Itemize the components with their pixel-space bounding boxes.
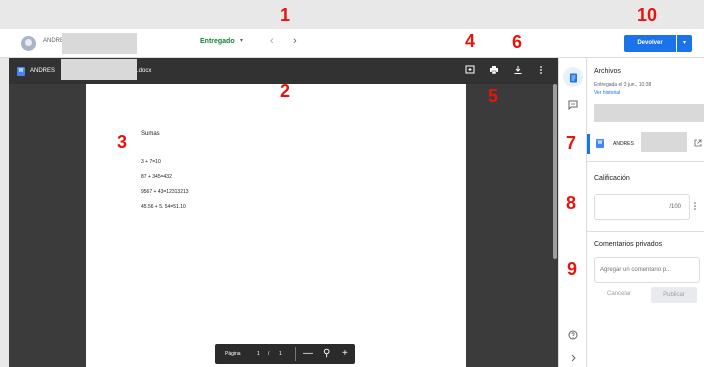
next-student-button[interactable]: › bbox=[293, 35, 297, 47]
grade-denominator: /100 bbox=[669, 204, 681, 210]
document-viewer: W ANDRES .docx Sumas 3 + 7=10 87 + 345=4… bbox=[9, 58, 558, 367]
document-line: 45.56 + 5. 54=51.10 bbox=[141, 204, 186, 210]
more-vert-icon[interactable] bbox=[693, 201, 697, 213]
add-comment-icon[interactable] bbox=[465, 65, 475, 75]
document-page: Sumas 3 + 7=10 87 + 345=432 9567 + 43=12… bbox=[86, 84, 466, 367]
grading-screen: ANDRES Entregado ▾ ‹ › Devolver ▾ W ANDR… bbox=[0, 0, 704, 367]
return-options-button[interactable]: ▾ bbox=[677, 35, 692, 52]
word-doc-icon: W bbox=[17, 67, 25, 76]
divider bbox=[587, 231, 704, 232]
private-comments-heading: Comentarios privados bbox=[594, 241, 663, 248]
total-pages: 1 bbox=[279, 351, 282, 357]
grade-input[interactable]: /100 bbox=[594, 194, 690, 220]
attachment-name[interactable]: ANDRES bbox=[613, 141, 634, 147]
document-line: 9567 + 43=12313213 bbox=[141, 189, 189, 195]
expand-icon[interactable] bbox=[563, 347, 583, 367]
marker-3: 3 bbox=[117, 132, 128, 152]
header-bar: ANDRES Entregado ▾ ‹ › Devolver ▾ bbox=[0, 29, 704, 58]
marker-2: 2 bbox=[280, 81, 291, 101]
chevron-down-icon[interactable]: ▾ bbox=[240, 37, 243, 44]
cancel-button[interactable]: Cancelar bbox=[607, 291, 631, 297]
zoom-icon[interactable]: ⚲ bbox=[323, 348, 330, 360]
marker-6: 6 bbox=[512, 32, 523, 52]
page-label: Página bbox=[225, 351, 241, 357]
divider bbox=[295, 347, 296, 361]
word-doc-icon: W bbox=[596, 139, 604, 148]
zoom-in-button[interactable]: + bbox=[342, 348, 348, 360]
scroll-thumb[interactable] bbox=[553, 84, 557, 259]
marker-9: 9 bbox=[567, 259, 578, 279]
redaction-box bbox=[61, 59, 137, 80]
marker-8: 8 bbox=[566, 193, 577, 213]
document-line: 87 + 345=432 bbox=[141, 174, 172, 180]
marker-1: 1 bbox=[280, 5, 291, 25]
redaction-box bbox=[594, 104, 704, 122]
files-icon[interactable] bbox=[563, 67, 583, 87]
print-icon[interactable] bbox=[489, 65, 499, 75]
grade-heading: Calificación bbox=[594, 175, 630, 182]
status-badge[interactable]: Entregado bbox=[200, 38, 235, 45]
help-icon[interactable] bbox=[563, 324, 583, 344]
publish-button[interactable]: Publicar bbox=[651, 287, 697, 303]
file-name: ANDRES bbox=[30, 68, 56, 74]
marker-5: 5 bbox=[488, 86, 499, 106]
previous-student-button[interactable]: ‹ bbox=[270, 35, 274, 47]
avatar[interactable] bbox=[21, 36, 36, 51]
private-comment-input[interactable] bbox=[594, 257, 700, 283]
marker-7: 7 bbox=[566, 133, 577, 153]
return-button[interactable]: Devolver bbox=[624, 35, 676, 52]
history-link[interactable]: Ver historial bbox=[594, 90, 620, 96]
document-title: Sumas bbox=[141, 131, 160, 137]
open-external-icon[interactable] bbox=[694, 139, 702, 149]
zoom-out-button[interactable]: — bbox=[303, 348, 313, 360]
grading-panel: Archivos Entregada el 3 jun., 10:38 Ver … bbox=[586, 58, 704, 367]
more-vert-icon[interactable] bbox=[536, 65, 546, 75]
redaction-box bbox=[641, 132, 687, 152]
marker-4: 4 bbox=[465, 31, 476, 51]
marker-10: 10 bbox=[637, 5, 658, 25]
download-icon[interactable] bbox=[513, 65, 523, 75]
current-page[interactable]: 1 bbox=[257, 351, 260, 357]
selected-indicator bbox=[587, 134, 590, 154]
redaction-box bbox=[62, 33, 137, 54]
comments-icon[interactable] bbox=[563, 94, 583, 114]
page-separator: / bbox=[268, 351, 270, 357]
document-line: 3 + 7=10 bbox=[141, 159, 161, 165]
file-extension: .docx bbox=[137, 68, 152, 74]
files-heading: Archivos bbox=[594, 68, 621, 75]
submitted-time: Entregada el 3 jun., 10:38 bbox=[594, 82, 652, 88]
divider bbox=[587, 161, 704, 162]
page-controls: Página 1 / 1 — ⚲ + bbox=[215, 344, 355, 364]
